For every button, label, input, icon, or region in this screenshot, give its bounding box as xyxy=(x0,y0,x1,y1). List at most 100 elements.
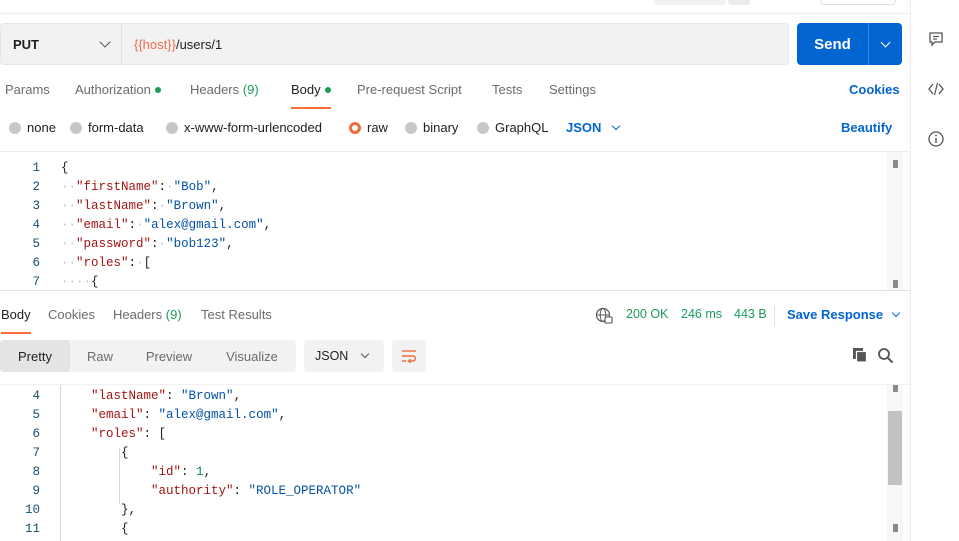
radio-form-data[interactable]: form-data xyxy=(70,120,144,135)
radio-circle xyxy=(166,121,178,134)
whitespace-marker: ·· xyxy=(61,199,77,213)
response-format-select[interactable]: JSON xyxy=(304,340,384,372)
scrollbar-cap xyxy=(893,385,898,392)
tab-body-label: Body xyxy=(291,82,321,97)
line-number: 5 xyxy=(32,408,40,422)
scrollbar-cap xyxy=(893,160,898,168)
tab-tests[interactable]: Tests xyxy=(492,82,522,106)
radio-graphql[interactable]: GraphQL xyxy=(477,120,548,135)
view-raw[interactable]: Raw xyxy=(70,340,130,372)
wrap-lines-button[interactable] xyxy=(392,340,426,372)
code-line: "id": 1, xyxy=(61,465,211,479)
toolbar-save-edge xyxy=(820,0,896,5)
request-body-editor[interactable]: 1{2 ··"firstName":·"Bob", 3 ··"lastName":·"… xyxy=(0,151,910,291)
chevron-down-icon xyxy=(612,121,621,130)
url-path: /users/1 xyxy=(175,36,223,52)
punctuation: [ xyxy=(143,256,152,270)
tab-response-cookies[interactable]: Cookies xyxy=(48,307,95,331)
chevron-down-icon xyxy=(99,36,111,48)
line-number: 7 xyxy=(32,446,40,460)
punctuation: , xyxy=(233,389,242,403)
punctuation: , xyxy=(203,465,212,479)
chevron-down-icon xyxy=(361,349,370,359)
line-number: 9 xyxy=(32,484,40,498)
beautify-link[interactable]: Beautify xyxy=(841,120,892,135)
copy-icon[interactable] xyxy=(852,347,868,363)
tab-authorization[interactable]: Authorization xyxy=(75,82,161,106)
radio-binary[interactable]: binary xyxy=(405,120,458,135)
line-number: 10 xyxy=(24,503,40,517)
colon: : xyxy=(166,389,182,403)
tab-params[interactable]: Params xyxy=(5,82,50,106)
code-line: "roles": [ xyxy=(61,427,166,441)
json-string: "Brown" xyxy=(166,199,219,213)
status-dot xyxy=(324,86,331,93)
send-label: Send xyxy=(814,35,851,53)
line-number: 2 xyxy=(32,180,40,194)
code-line: { xyxy=(61,446,129,460)
response-headers-count: (9) xyxy=(165,307,182,322)
tab-body[interactable]: Body xyxy=(291,82,331,109)
whitespace-marker: · xyxy=(158,237,167,251)
tab-settings[interactable]: Settings xyxy=(549,82,596,106)
method-select[interactable]: PUT xyxy=(1,24,122,64)
tab-response-headers[interactable]: Headers (9) xyxy=(113,307,182,331)
code-line: ··"email":·"alex@gmail.com", xyxy=(61,218,271,232)
radio-raw[interactable]: raw xyxy=(349,120,388,135)
line-number: 5 xyxy=(32,237,40,251)
comment-icon[interactable] xyxy=(927,30,945,48)
code-line: }, xyxy=(61,503,136,517)
tab-response-headers-label: Headers xyxy=(113,307,163,322)
send-button[interactable]: Send xyxy=(797,23,902,65)
json-key: "email" xyxy=(91,408,144,422)
language-select[interactable]: JSON xyxy=(566,120,621,135)
toolbar-field-edge xyxy=(654,0,726,5)
json-string: "alex@gmail.com" xyxy=(158,408,279,422)
save-response-button[interactable]: Save Response xyxy=(787,307,901,322)
json-key: "lastName" xyxy=(91,389,167,403)
punctuation: { xyxy=(91,275,99,289)
code-line: ··"lastName":·"Brown", xyxy=(61,199,226,213)
whitespace-marker: · xyxy=(136,256,144,270)
search-icon[interactable] xyxy=(877,347,894,364)
radio-urlencoded[interactable]: x-www-form-urlencoded xyxy=(166,120,322,135)
save-response-label: Save Response xyxy=(787,307,884,322)
globe-icon[interactable] xyxy=(595,307,613,325)
punctuation: , xyxy=(263,218,272,232)
scrollbar-thumb[interactable] xyxy=(888,411,902,485)
response-size[interactable]: 443 B xyxy=(734,307,767,321)
tab-response-body[interactable]: Body xyxy=(1,307,31,334)
right-sidebar xyxy=(910,0,959,541)
whitespace-marker: ·· xyxy=(61,237,77,251)
view-visualize[interactable]: Visualize xyxy=(208,340,296,372)
colon: : xyxy=(128,256,137,270)
response-editor-scrollbar[interactable] xyxy=(887,385,903,541)
tab-headers[interactable]: Headers (9) xyxy=(190,82,259,106)
view-pretty[interactable]: Pretty xyxy=(0,340,70,372)
json-string: "Brown" xyxy=(181,389,234,403)
whitespace-marker: · xyxy=(166,180,174,194)
colon: : xyxy=(128,218,137,232)
info-icon[interactable] xyxy=(927,130,945,148)
response-body-viewer[interactable]: 4 "lastName": "Brown", 5 "email": "alex@g… xyxy=(0,384,910,541)
tab-test-results[interactable]: Test Results xyxy=(201,307,272,331)
code-icon[interactable] xyxy=(927,80,945,98)
radio-label: binary xyxy=(423,120,459,135)
radio-label: x-www-form-urlencoded xyxy=(184,120,322,135)
tab-prerequest-script[interactable]: Pre-request Script xyxy=(357,82,462,106)
json-string: "ROLE_OPERATOR" xyxy=(248,484,362,498)
request-editor-scrollbar[interactable] xyxy=(887,152,903,290)
response-time[interactable]: 246 ms xyxy=(681,307,722,321)
language-label: JSON xyxy=(566,120,602,135)
json-key: "id" xyxy=(151,465,182,479)
radio-circle xyxy=(477,121,489,134)
url-variable: {{host}} xyxy=(134,36,176,52)
view-preview[interactable]: Preview xyxy=(130,340,208,372)
url-input[interactable]: {{host}}/users/1 xyxy=(122,37,222,52)
cookies-link[interactable]: Cookies xyxy=(849,82,900,97)
radio-none[interactable]: none xyxy=(9,120,56,135)
status-code[interactable]: 200 OK xyxy=(626,307,668,321)
json-key: "lastName" xyxy=(76,199,152,213)
send-options-button[interactable] xyxy=(868,23,902,65)
whitespace-marker: ·· xyxy=(61,180,77,194)
